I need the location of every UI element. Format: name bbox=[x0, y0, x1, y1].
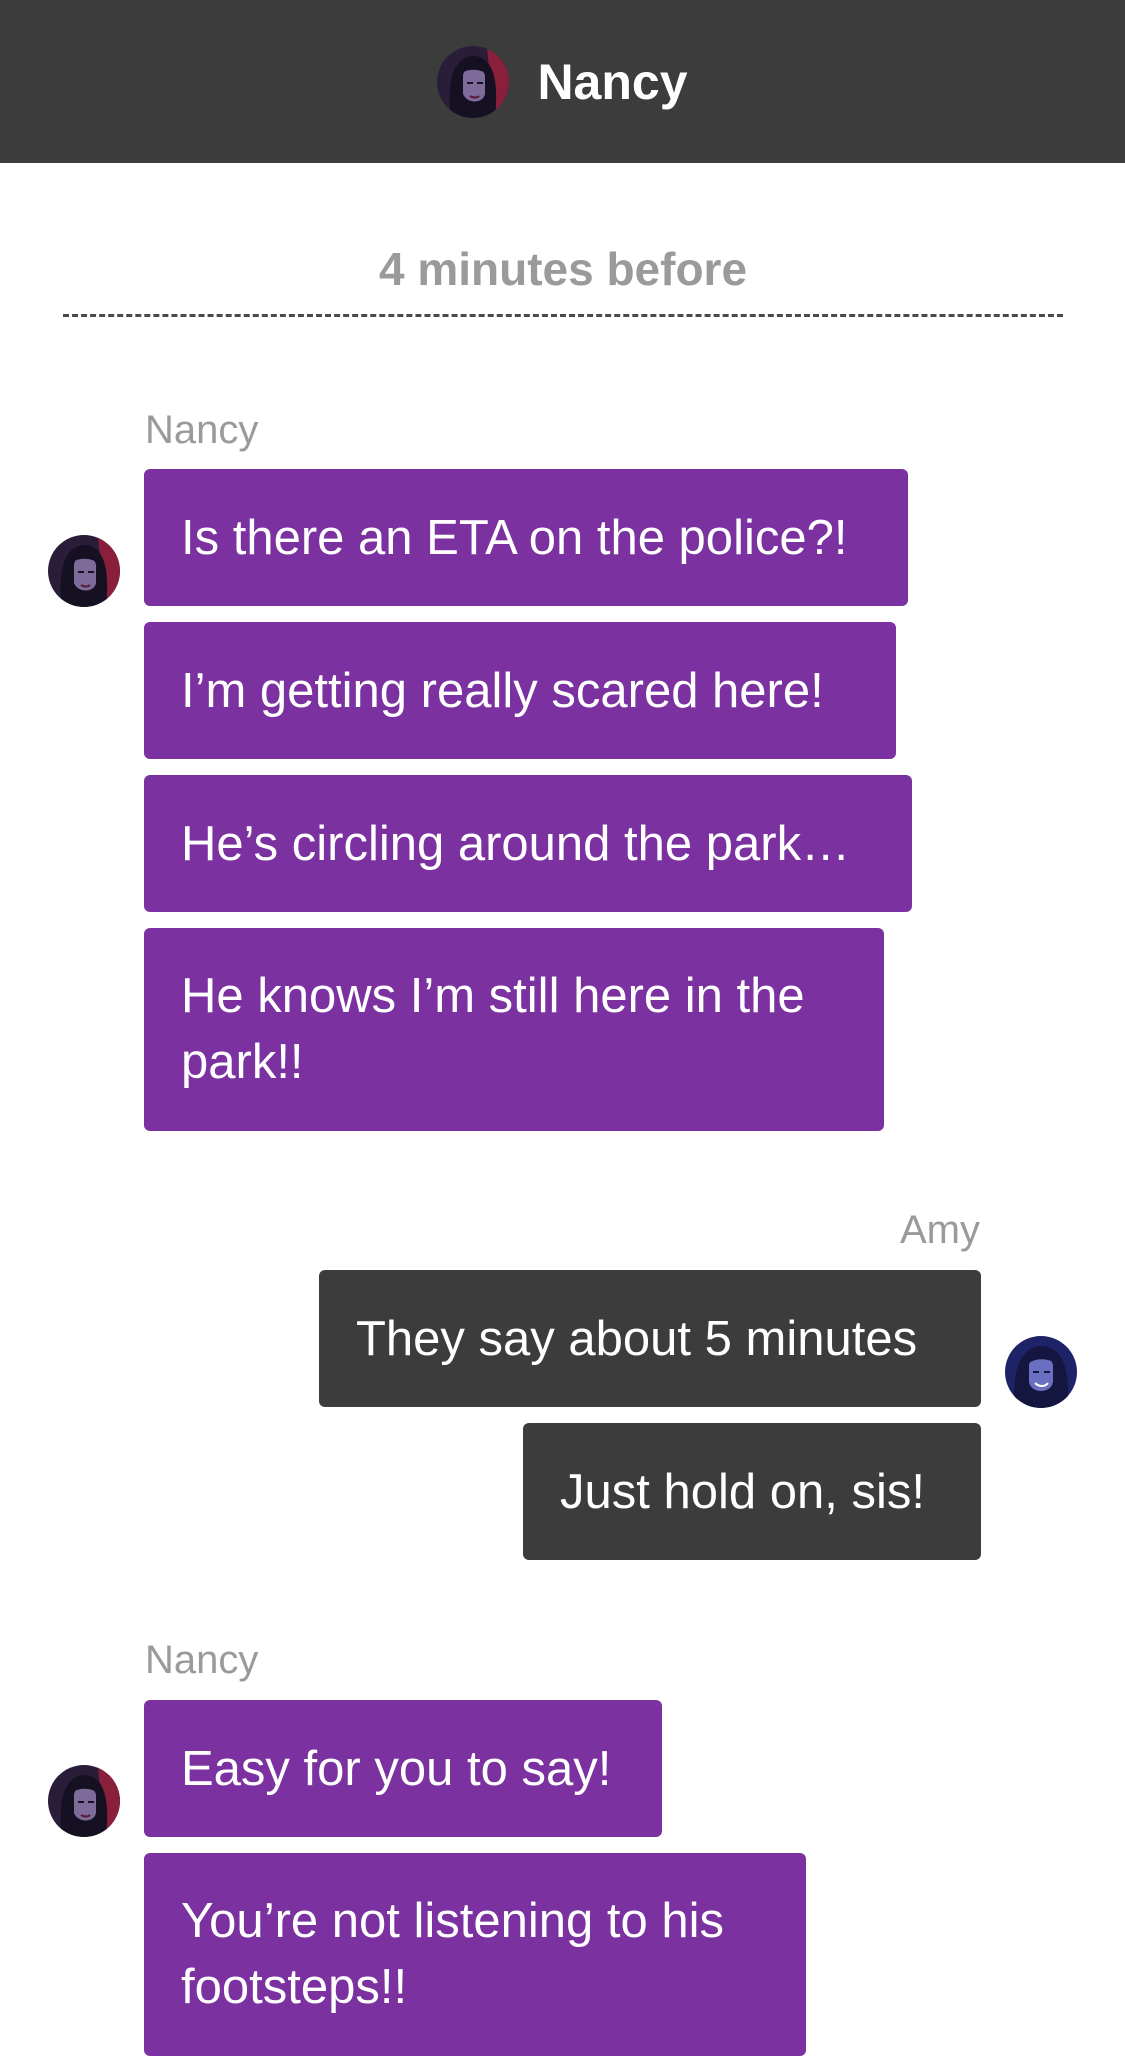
sender-name: Nancy bbox=[145, 1638, 259, 1682]
nancy-avatar-icon[interactable] bbox=[48, 1765, 120, 1837]
message-bubble[interactable]: Easy for you to say! bbox=[144, 1700, 662, 1837]
nancy-avatar-icon[interactable] bbox=[437, 46, 509, 118]
time-divider: 4 minutes before bbox=[63, 238, 1063, 317]
message-text: You’re not listening to his footsteps!! bbox=[181, 1894, 724, 2014]
message-text: Is there an ETA on the police?! bbox=[181, 510, 848, 565]
message-bubble[interactable]: He knows I’m still here in the park!! bbox=[144, 928, 884, 1131]
message-bubble[interactable]: Just hold on, sis! bbox=[523, 1423, 981, 1560]
message-bubble[interactable]: I’m getting really scared here! bbox=[144, 622, 896, 759]
header-contact[interactable]: Nancy bbox=[437, 46, 688, 118]
message-bubble[interactable]: They say about 5 minutes bbox=[319, 1270, 981, 1407]
sender-name: Amy bbox=[900, 1208, 980, 1252]
message-bubble[interactable]: Is there an ETA on the police?! bbox=[144, 469, 908, 606]
message-text: He knows I’m still here in the park!! bbox=[181, 969, 805, 1089]
message-text: Easy for you to say! bbox=[181, 1741, 612, 1796]
nancy-avatar-icon[interactable] bbox=[48, 535, 120, 607]
sender-name: Nancy bbox=[145, 408, 259, 452]
amy-avatar-icon[interactable] bbox=[1005, 1336, 1077, 1408]
message-text: They say about 5 minutes bbox=[356, 1311, 918, 1366]
message-bubble[interactable]: He’s circling around the park… bbox=[144, 775, 912, 912]
header-title: Nancy bbox=[537, 53, 688, 110]
message-text: I’m getting really scared here! bbox=[181, 663, 824, 718]
chat-header: Nancy bbox=[0, 0, 1125, 163]
time-divider-label: 4 minutes before bbox=[378, 243, 748, 295]
message-text: Just hold on, sis! bbox=[560, 1464, 925, 1519]
message-text: He’s circling around the park… bbox=[181, 816, 851, 871]
dashed-divider-line bbox=[63, 314, 1063, 317]
message-bubble[interactable]: You’re not listening to his footsteps!! bbox=[144, 1853, 806, 2056]
